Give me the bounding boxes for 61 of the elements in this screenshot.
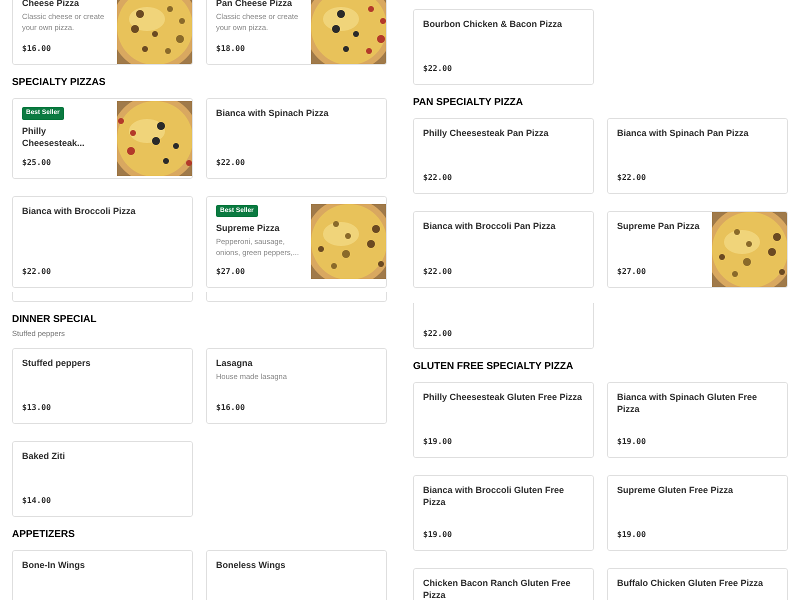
item-price: $16.00 — [22, 43, 52, 55]
item-price: $19.00 — [617, 436, 647, 448]
item-name: Bianca with Spinach Pan Pizza — [617, 127, 750, 139]
menu-item-card[interactable]: Supreme Pan Pizza $27.00 — [607, 211, 788, 288]
item-name: Bianca with Spinach Gluten Free Pizza — [617, 391, 758, 415]
menu-item-card[interactable]: Stuffed peppers $13.00 — [12, 348, 193, 424]
item-name: Philly Cheesesteak Pan Pizza — [423, 127, 550, 139]
item-name: Bianca with Broccoli Gluten Free Pizza — [423, 484, 566, 508]
item-price: $22.00 — [423, 266, 453, 278]
menu-item-card[interactable]: Bone-In Wings — [12, 550, 193, 600]
item-name: Bone-In Wings — [22, 559, 86, 571]
item-name: Chicken Bacon Ranch Gluten Free Pizza — [423, 577, 572, 600]
section-heading: APPETIZERS — [12, 529, 76, 541]
item-price: $14.00 — [22, 495, 52, 507]
section-heading: DINNER SPECIAL — [12, 314, 98, 326]
item-price: $19.00 — [617, 529, 647, 541]
item-price: $27.00 — [216, 266, 246, 278]
menu-item-card[interactable]: Philly Cheesesteak Pan Pizza $22.00 — [413, 118, 594, 194]
menu-item-card[interactable]: Bianca with Spinach Pizza $22.00 — [206, 98, 387, 178]
menu-item-card[interactable]: Bianca with Spinach Pan Pizza $22.00 — [607, 118, 788, 194]
item-name: Baked Ziti — [22, 450, 66, 462]
item-price: $18.00 — [216, 43, 246, 55]
item-name: Lasagna — [216, 357, 254, 369]
item-price: $22.00 — [423, 328, 453, 340]
menu-item-card[interactable]: Boneless Wings — [206, 550, 387, 600]
menu-item-card[interactable]: Bourbon Chicken & Bacon Pizza $22.00 — [413, 9, 594, 85]
menu-item-card[interactable]: Baked Ziti $14.00 — [12, 441, 193, 517]
item-price: $22.00 — [22, 266, 52, 278]
item-name: Philly Cheesesteak... — [22, 124, 86, 148]
item-price: $19.00 — [423, 529, 453, 541]
menu-item-card[interactable]: Philly Cheesesteak Gluten Free Pizza $19.00 — [413, 382, 594, 458]
menu-item-card[interactable]: Chicken Bacon Ranch Gluten Free Pizza — [413, 568, 594, 600]
item-name: Buffalo Chicken Gluten Free Pizza — [617, 577, 764, 589]
item-name: Boneless Wings — [216, 559, 286, 571]
item-name: Philly Cheesesteak Gluten Free Pizza — [423, 391, 584, 403]
item-price: $25.00 — [22, 156, 52, 168]
item-name: Bianca with Spinach Pizza — [216, 107, 330, 119]
item-price: $22.00 — [617, 172, 647, 184]
item-name: Supreme Gluten Free Pizza — [617, 484, 734, 496]
item-price: $27.00 — [617, 266, 647, 278]
item-price: $13.00 — [22, 402, 52, 414]
item-price: $22.00 — [423, 63, 453, 75]
item-name: Bianca with Broccoli Pizza — [22, 204, 137, 216]
item-price: $16.00 — [216, 402, 246, 414]
menu-item-card[interactable]: Bianca with Broccoli Pan Pizza $22.00 — [413, 211, 594, 288]
section-heading: SPECIALTY PIZZAS — [12, 77, 107, 89]
section-heading: PAN SPECIALTY PIZZA — [413, 97, 524, 109]
menu-item-card[interactable]: Bianca with Broccoli Gluten Free Pizza $19.00 — [413, 475, 594, 551]
item-price: $22.00 — [423, 172, 453, 184]
menu-item-card[interactable]: Bianca with Spinach Gluten Free Pizza $19.00 — [607, 382, 788, 458]
item-name: Bianca with Broccoli Pan Pizza — [423, 220, 557, 232]
menu-item-card[interactable]: Bianca with Broccoli Pizza $22.00 — [12, 196, 193, 288]
menu-item-card[interactable]: Supreme Gluten Free Pizza $19.00 — [607, 475, 788, 551]
menu-item-card[interactable]: Buffalo Chicken Gluten Free Pizza — [607, 568, 788, 600]
item-price: $22.00 — [216, 156, 246, 168]
item-name: Stuffed peppers — [22, 357, 92, 369]
item-price: $19.00 — [423, 436, 453, 448]
item-name: Supreme Pan Pizza — [617, 220, 701, 232]
item-name: Bourbon Chicken & Bacon Pizza — [423, 18, 564, 30]
section-heading: GLUTEN FREE SPECIALTY PIZZA — [413, 361, 574, 373]
item-name: Supreme Pizza — [216, 222, 281, 234]
